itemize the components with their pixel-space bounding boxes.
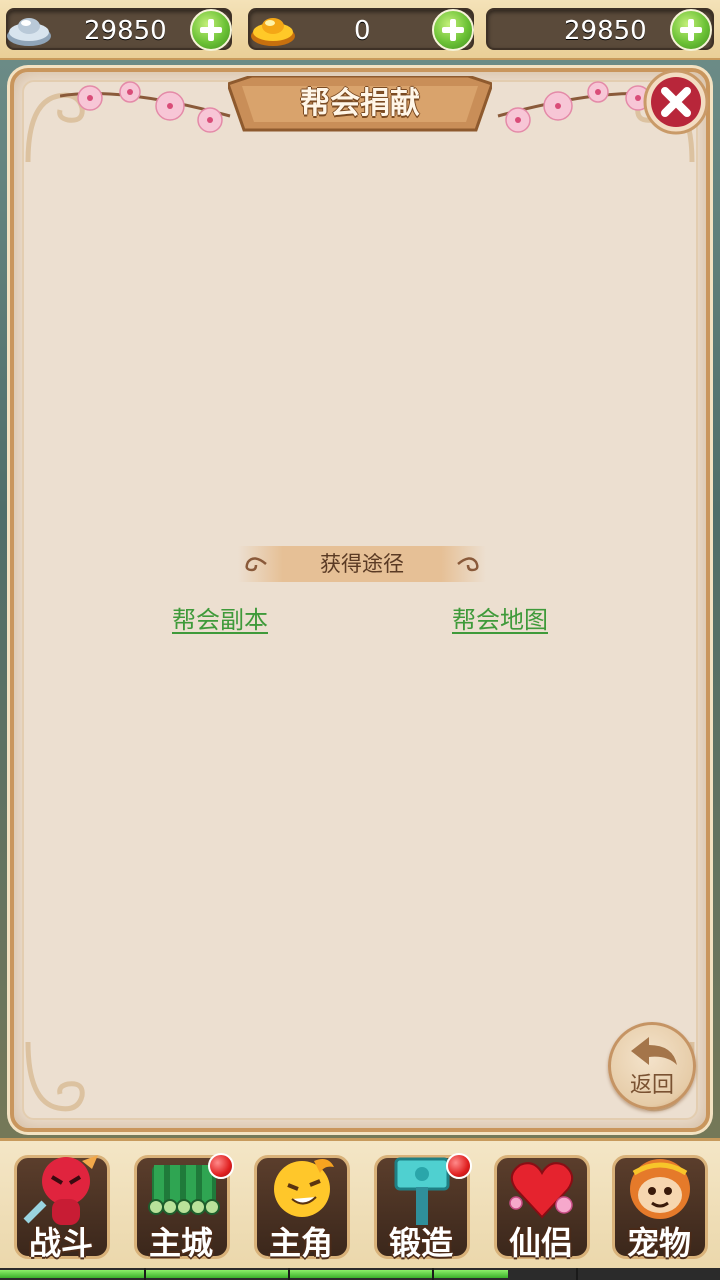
gold-amount: 0 [354, 16, 371, 46]
back-arrow-icon [631, 1037, 677, 1065]
nav-companion[interactable]: 仙侣 [482, 1145, 600, 1273]
dialog-title: 帮会捐献 [300, 86, 420, 121]
nav-forge-label: 锻造 [388, 1224, 453, 1262]
monkey-pet-icon [630, 1159, 690, 1219]
close-button[interactable] [642, 68, 710, 136]
heart-flower-icon [509, 1162, 574, 1219]
third-amount: 29850 [564, 16, 647, 46]
guild-dungeon-link[interactable]: 帮会副本 [172, 604, 268, 636]
bar-segment [144, 1268, 146, 1280]
bar-segment [288, 1268, 290, 1280]
currency-bar: 29850 0 29850 [0, 0, 720, 60]
add-silver-button[interactable] [190, 9, 232, 51]
ways-title: 获得途径 [320, 552, 404, 576]
red-warrior-icon [23, 1155, 98, 1225]
bottom-nav: 战斗 主城 主角 锻造 仙侣 宠物 [0, 1138, 720, 1280]
nav-pet[interactable]: 宠物 [600, 1145, 718, 1273]
nav-battle-label: 战斗 [28, 1224, 93, 1262]
swirl-ornament-icon [457, 557, 479, 572]
nav-hero[interactable]: 主角 [242, 1145, 360, 1273]
nav-main-city-label: 主城 [148, 1224, 213, 1262]
nav-hero-label: 主角 [268, 1224, 333, 1262]
blossom-branch-icon [497, 81, 668, 133]
back-label: 返回 [629, 1073, 674, 1098]
corner-ornament-icon [25, 1041, 85, 1112]
ways-header: 获得途径 [238, 546, 486, 582]
dialog-body [22, 80, 698, 1120]
yellow-hero-icon [274, 1159, 334, 1217]
third-currency: 29850 [486, 8, 714, 51]
bar-segment [432, 1268, 434, 1280]
silver-ingot-icon [7, 18, 51, 46]
nav-companion-label: 仙侣 [508, 1224, 573, 1262]
nav-pet-label: 宠物 [626, 1224, 691, 1262]
dialog-title-banner: 帮会捐献 [228, 76, 492, 134]
blossom-branch-icon [60, 81, 231, 133]
notification-badge [446, 1153, 472, 1179]
silver-amount: 29850 [84, 16, 167, 46]
experience-bar [0, 1268, 720, 1280]
guild-map-link[interactable]: 帮会地图 [452, 604, 548, 636]
nav-battle[interactable]: 战斗 [2, 1145, 120, 1273]
add-third-currency-button[interactable] [670, 9, 712, 51]
add-gold-button[interactable] [432, 9, 474, 51]
back-button[interactable]: 返回 [608, 1022, 696, 1110]
bar-segment [576, 1268, 578, 1280]
donation-dialog [10, 68, 710, 1132]
nav-forge[interactable]: 锻造 [362, 1145, 480, 1273]
gold-ingot-icon [251, 18, 295, 46]
notification-badge [208, 1153, 234, 1179]
nav-main-city[interactable]: 主城 [122, 1145, 240, 1273]
